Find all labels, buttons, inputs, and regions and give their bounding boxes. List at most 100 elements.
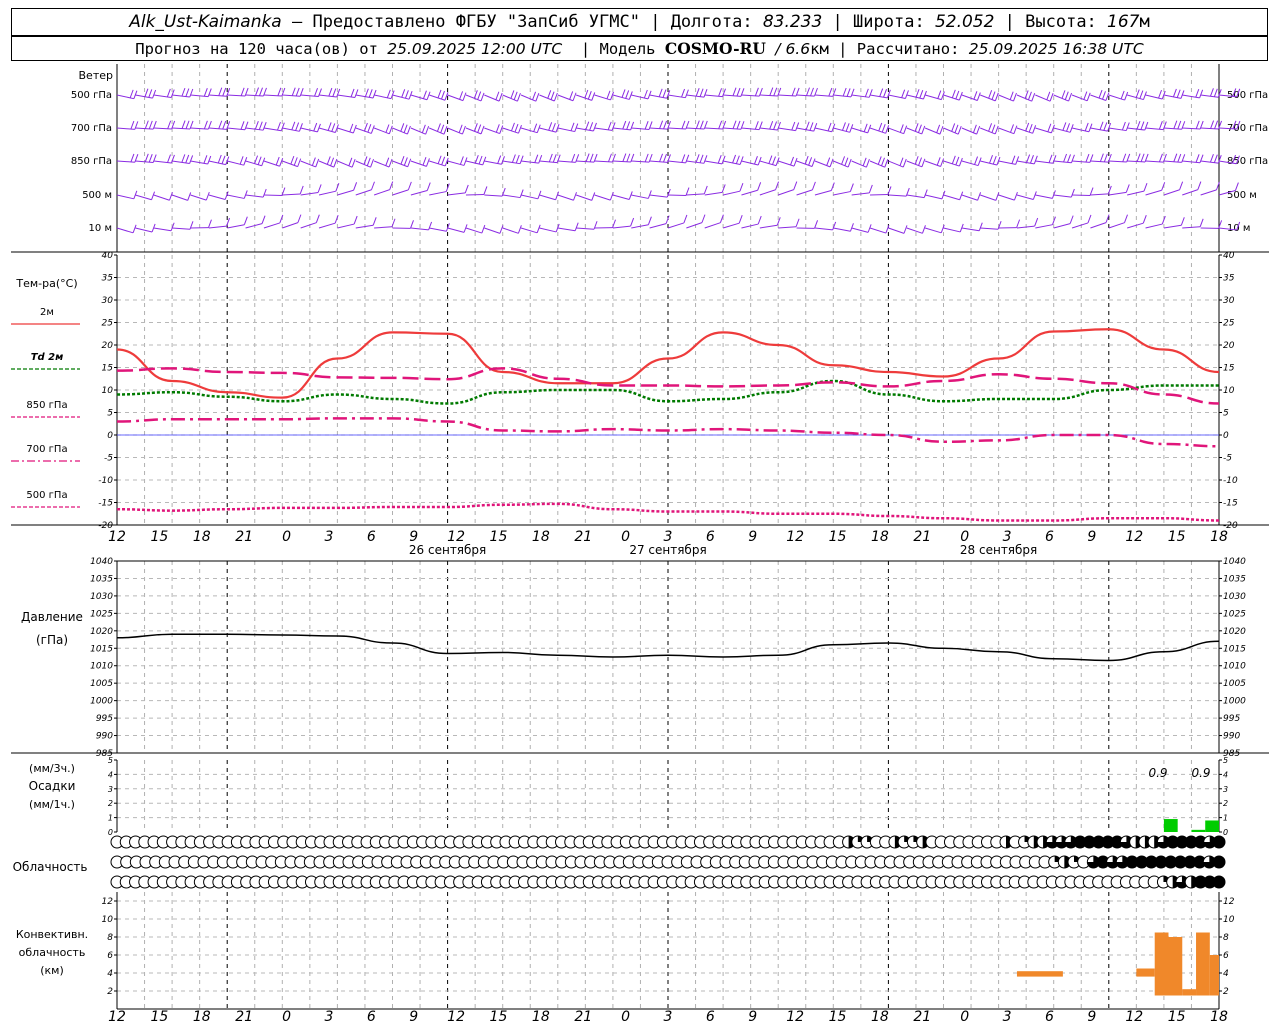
wind-barb [759,94,778,97]
wind-barb-feather [217,154,222,164]
wind-barb-feather [811,158,816,167]
pres-ytick-right: 995 [1223,714,1240,724]
pres-ytick-left: 1035 [90,574,113,584]
wind-barb-feather [497,155,502,164]
wind-barb-feather [809,122,814,131]
wind-barb [796,94,815,97]
wind-barb-feather [902,158,907,168]
wind-barb [263,222,280,229]
wind-barb-feather [152,89,157,99]
wind-barb [190,160,208,165]
wind-barb-feather [988,90,993,99]
wind-barb [1200,127,1219,130]
wind-barb-feather [868,184,873,194]
wind-barb-feather [168,192,173,201]
conv-bar [1196,932,1210,996]
wind-barb-feather [352,124,357,134]
x-hour-label-bottom: 15 [490,1009,508,1024]
wind-barb-feather [878,122,883,132]
wind-barb-feather [1010,124,1014,133]
wind-barb-feather [695,120,700,129]
wind-barb-feather [372,89,377,99]
wind-barb-feather [353,182,358,191]
wind-barb-feather [754,87,759,97]
wind-barb [851,227,869,233]
wind-barb-feather [954,124,959,133]
x-hour-label: 18 [193,529,211,545]
wind-barb-feather [1209,88,1214,97]
wind-barb-feather [437,89,442,99]
wind-barb [116,194,134,200]
wind-barb [612,127,631,131]
wind-barb-feather [1031,93,1036,102]
wind-barb [943,194,960,201]
wind-barb [282,222,299,229]
wind-barb [135,227,153,233]
wind-barb-feather [1140,121,1145,130]
wind-barb [870,193,889,196]
wind-barb-feather [915,89,920,98]
x-hour-label: 12 [786,529,804,545]
wind-barb [869,227,887,234]
wind-barb-feather [363,122,368,132]
wind-barb [1072,160,1090,163]
wind-barb-feather [793,157,798,167]
wind-barb-feather [1173,120,1178,129]
wind-barb [723,127,742,130]
x-hour-label-bottom: 15 [150,1009,168,1024]
wind-barb-feather [827,122,832,132]
wind-barb-feather [326,156,331,165]
wind-barb-feather [1087,214,1092,224]
precip-ytick-right: 5 [1223,756,1228,765]
precip-ylabel-bottom: (мм/1ч.) [29,798,75,811]
wind-barb-feather [1124,214,1128,223]
cloud-title: Облачность [13,860,88,874]
meteogram: Ветер 500 гПа 700 гПа 850 гПа 500 м 10 м 500 г… [11,64,1269,1024]
wind-barb-feather [364,88,369,97]
wind-barb-feather [372,217,377,226]
wind-barb-feather [955,156,960,166]
wind-barb-feather [630,217,635,227]
x-hour-label-bottom: 15 [829,1009,847,1024]
wind-barb [116,227,134,234]
wind-barb-feather [401,89,406,98]
wind-barb-feather [240,87,245,96]
wind-barb-feather [773,87,778,96]
wind-barb [704,160,723,165]
wind-barb-feather [1125,184,1130,193]
wind-barb-feather [403,124,408,133]
wind-barb-feather [830,182,835,191]
wind-barb-feather [498,92,503,102]
conv-ytick-right: 4 [1223,969,1229,979]
wind-barb-feather [255,87,259,96]
wind-barb-feather [385,157,390,166]
wind-barb-feather [436,123,441,132]
wind-barb-feather [281,187,286,196]
conv-title-line: (км) [40,964,64,977]
wind-barb [355,189,372,196]
wind-barb-feather [552,154,557,163]
wind-barb-feather [899,124,904,133]
wind-barb-feather [185,88,190,97]
wind-barb-feather [791,87,796,96]
wind-barb-feather [790,156,795,166]
wind-barb-feather [1213,154,1218,163]
wind-barb [686,127,705,130]
wind-barb-feather [1013,125,1018,134]
wind-barb-feather [240,121,245,130]
pres-ytick-left: 1030 [90,592,113,602]
wind-barb [190,194,207,201]
wind-barb-feather [519,189,524,198]
wind-barb-feather [959,191,964,200]
wind-barb [245,94,264,97]
pres-ytick-right: 1025 [1223,609,1246,619]
x-hour-label-bottom: 6 [706,1009,715,1024]
pres-series [116,633,1220,662]
wind-barb-feather [332,88,337,97]
wind-barb-feather [1016,219,1021,228]
wind-barb-feather [239,156,244,165]
wind-barb [667,94,686,99]
x-hour-label-bottom: 12 [1125,1009,1143,1024]
wind-barb-feather [315,158,320,168]
wind-barb-feather [1172,88,1177,98]
